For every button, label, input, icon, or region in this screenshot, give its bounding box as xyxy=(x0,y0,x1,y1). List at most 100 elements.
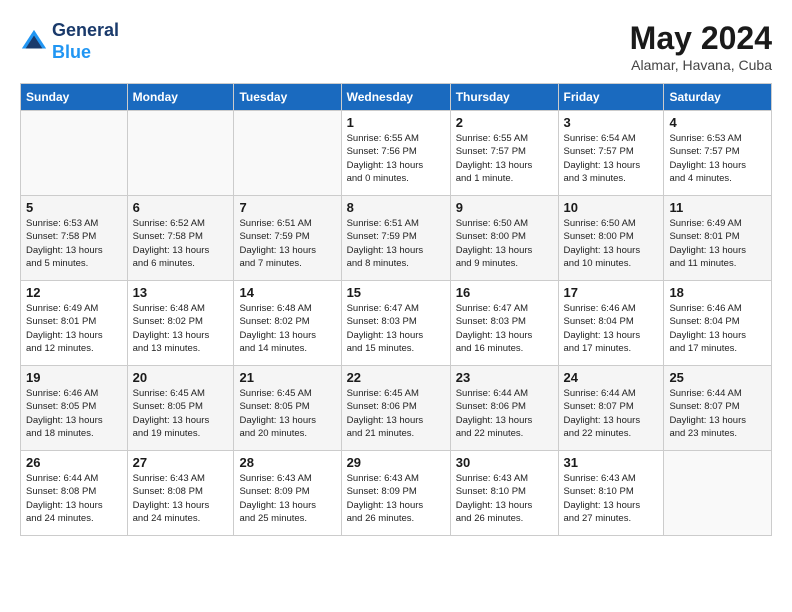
day-info: Sunrise: 6:47 AM Sunset: 8:03 PM Dayligh… xyxy=(347,302,445,355)
day-number: 11 xyxy=(669,200,766,215)
day-info: Sunrise: 6:43 AM Sunset: 8:09 PM Dayligh… xyxy=(347,472,445,525)
day-info: Sunrise: 6:47 AM Sunset: 8:03 PM Dayligh… xyxy=(456,302,553,355)
calendar-cell: 15 Sunrise: 6:47 AM Sunset: 8:03 PM Dayli… xyxy=(341,281,450,366)
day-info: Sunrise: 6:53 AM Sunset: 7:57 PM Dayligh… xyxy=(669,132,766,185)
month-title: May 2024 xyxy=(630,20,772,57)
logo: General Blue xyxy=(20,20,119,63)
calendar-cell: 10 Sunrise: 6:50 AM Sunset: 8:00 PM Dayli… xyxy=(558,196,664,281)
day-info: Sunrise: 6:43 AM Sunset: 8:10 PM Dayligh… xyxy=(456,472,553,525)
day-info: Sunrise: 6:55 AM Sunset: 7:57 PM Dayligh… xyxy=(456,132,553,185)
calendar-cell: 28 Sunrise: 6:43 AM Sunset: 8:09 PM Dayli… xyxy=(234,451,341,536)
calendar-cell xyxy=(21,111,128,196)
calendar-week-row: 5 Sunrise: 6:53 AM Sunset: 7:58 PM Daylig… xyxy=(21,196,772,281)
calendar-cell: 3 Sunrise: 6:54 AM Sunset: 7:57 PM Daylig… xyxy=(558,111,664,196)
calendar-table: SundayMondayTuesdayWednesdayThursdayFrid… xyxy=(20,83,772,536)
day-info: Sunrise: 6:45 AM Sunset: 8:06 PM Dayligh… xyxy=(347,387,445,440)
calendar-week-row: 12 Sunrise: 6:49 AM Sunset: 8:01 PM Dayli… xyxy=(21,281,772,366)
day-number: 20 xyxy=(133,370,229,385)
calendar-cell: 4Sunrise: 6:53 AM Sunset: 7:57 PM Daylig… xyxy=(664,111,772,196)
calendar-cell: 25 Sunrise: 6:44 AM Sunset: 8:07 PM Dayli… xyxy=(664,366,772,451)
day-info: Sunrise: 6:44 AM Sunset: 8:07 PM Dayligh… xyxy=(564,387,659,440)
calendar-cell: 11 Sunrise: 6:49 AM Sunset: 8:01 PM Dayli… xyxy=(664,196,772,281)
day-info: Sunrise: 6:52 AM Sunset: 7:58 PM Dayligh… xyxy=(133,217,229,270)
header-saturday: Saturday xyxy=(664,84,772,111)
calendar-cell: 17 Sunrise: 6:46 AM Sunset: 8:04 PM Dayli… xyxy=(558,281,664,366)
header-thursday: Thursday xyxy=(450,84,558,111)
calendar-cell xyxy=(127,111,234,196)
day-number: 9 xyxy=(456,200,553,215)
calendar-cell: 23 Sunrise: 6:44 AM Sunset: 8:06 PM Dayli… xyxy=(450,366,558,451)
day-number: 8 xyxy=(347,200,445,215)
calendar-cell: 14 Sunrise: 6:48 AM Sunset: 8:02 PM Dayli… xyxy=(234,281,341,366)
day-number: 13 xyxy=(133,285,229,300)
day-number: 14 xyxy=(239,285,335,300)
day-number: 23 xyxy=(456,370,553,385)
header-monday: Monday xyxy=(127,84,234,111)
calendar-cell: 19Sunrise: 6:46 AM Sunset: 8:05 PM Dayli… xyxy=(21,366,128,451)
day-number: 25 xyxy=(669,370,766,385)
day-info: Sunrise: 6:50 AM Sunset: 8:00 PM Dayligh… xyxy=(564,217,659,270)
day-info: Sunrise: 6:45 AM Sunset: 8:05 PM Dayligh… xyxy=(239,387,335,440)
logo-icon xyxy=(20,28,48,56)
day-number: 1 xyxy=(347,115,445,130)
calendar-cell: 6 Sunrise: 6:52 AM Sunset: 7:58 PM Daylig… xyxy=(127,196,234,281)
day-number: 26 xyxy=(26,455,122,470)
day-info: Sunrise: 6:49 AM Sunset: 8:01 PM Dayligh… xyxy=(669,217,766,270)
day-info: Sunrise: 6:43 AM Sunset: 8:09 PM Dayligh… xyxy=(239,472,335,525)
day-info: Sunrise: 6:45 AM Sunset: 8:05 PM Dayligh… xyxy=(133,387,229,440)
logo-text: General Blue xyxy=(52,20,119,63)
calendar-cell: 18 Sunrise: 6:46 AM Sunset: 8:04 PM Dayli… xyxy=(664,281,772,366)
day-info: Sunrise: 6:44 AM Sunset: 8:06 PM Dayligh… xyxy=(456,387,553,440)
page-header: General Blue May 2024 Alamar, Havana, Cu… xyxy=(20,20,772,73)
day-info: Sunrise: 6:46 AM Sunset: 8:04 PM Dayligh… xyxy=(669,302,766,355)
calendar-cell: 21 Sunrise: 6:45 AM Sunset: 8:05 PM Dayli… xyxy=(234,366,341,451)
day-number: 27 xyxy=(133,455,229,470)
day-info: Sunrise: 6:46 AM Sunset: 8:05 PM Dayligh… xyxy=(26,387,122,440)
day-number: 10 xyxy=(564,200,659,215)
day-number: 31 xyxy=(564,455,659,470)
day-number: 12 xyxy=(26,285,122,300)
header-tuesday: Tuesday xyxy=(234,84,341,111)
calendar-cell: 5 Sunrise: 6:53 AM Sunset: 7:58 PM Daylig… xyxy=(21,196,128,281)
day-info: Sunrise: 6:48 AM Sunset: 8:02 PM Dayligh… xyxy=(239,302,335,355)
calendar-cell xyxy=(234,111,341,196)
title-block: May 2024 Alamar, Havana, Cuba xyxy=(630,20,772,73)
calendar-week-row: 1 Sunrise: 6:55 AM Sunset: 7:56 PM Daylig… xyxy=(21,111,772,196)
day-info: Sunrise: 6:48 AM Sunset: 8:02 PM Dayligh… xyxy=(133,302,229,355)
day-number: 2 xyxy=(456,115,553,130)
calendar-cell: 29Sunrise: 6:43 AM Sunset: 8:09 PM Dayli… xyxy=(341,451,450,536)
day-number: 21 xyxy=(239,370,335,385)
header-friday: Friday xyxy=(558,84,664,111)
calendar-cell: 8 Sunrise: 6:51 AM Sunset: 7:59 PM Daylig… xyxy=(341,196,450,281)
calendar-cell xyxy=(664,451,772,536)
calendar-cell: 13 Sunrise: 6:48 AM Sunset: 8:02 PM Dayli… xyxy=(127,281,234,366)
day-info: Sunrise: 6:49 AM Sunset: 8:01 PM Dayligh… xyxy=(26,302,122,355)
calendar-cell: 9 Sunrise: 6:50 AM Sunset: 8:00 PM Daylig… xyxy=(450,196,558,281)
day-number: 3 xyxy=(564,115,659,130)
day-info: Sunrise: 6:51 AM Sunset: 7:59 PM Dayligh… xyxy=(347,217,445,270)
day-number: 28 xyxy=(239,455,335,470)
day-info: Sunrise: 6:46 AM Sunset: 8:04 PM Dayligh… xyxy=(564,302,659,355)
day-info: Sunrise: 6:50 AM Sunset: 8:00 PM Dayligh… xyxy=(456,217,553,270)
day-number: 17 xyxy=(564,285,659,300)
day-number: 24 xyxy=(564,370,659,385)
day-info: Sunrise: 6:44 AM Sunset: 8:07 PM Dayligh… xyxy=(669,387,766,440)
header-wednesday: Wednesday xyxy=(341,84,450,111)
day-number: 18 xyxy=(669,285,766,300)
calendar-cell: 20 Sunrise: 6:45 AM Sunset: 8:05 PM Dayli… xyxy=(127,366,234,451)
header-sunday: Sunday xyxy=(21,84,128,111)
day-number: 15 xyxy=(347,285,445,300)
day-number: 5 xyxy=(26,200,122,215)
calendar-cell: 27Sunrise: 6:43 AM Sunset: 8:08 PM Dayli… xyxy=(127,451,234,536)
calendar-week-row: 19Sunrise: 6:46 AM Sunset: 8:05 PM Dayli… xyxy=(21,366,772,451)
calendar-cell: 22Sunrise: 6:45 AM Sunset: 8:06 PM Dayli… xyxy=(341,366,450,451)
calendar-cell: 16Sunrise: 6:47 AM Sunset: 8:03 PM Dayli… xyxy=(450,281,558,366)
day-number: 30 xyxy=(456,455,553,470)
day-number: 6 xyxy=(133,200,229,215)
day-info: Sunrise: 6:44 AM Sunset: 8:08 PM Dayligh… xyxy=(26,472,122,525)
day-info: Sunrise: 6:54 AM Sunset: 7:57 PM Dayligh… xyxy=(564,132,659,185)
day-info: Sunrise: 6:53 AM Sunset: 7:58 PM Dayligh… xyxy=(26,217,122,270)
calendar-cell: 2 Sunrise: 6:55 AM Sunset: 7:57 PM Daylig… xyxy=(450,111,558,196)
calendar-cell: 7Sunrise: 6:51 AM Sunset: 7:59 PM Daylig… xyxy=(234,196,341,281)
day-info: Sunrise: 6:55 AM Sunset: 7:56 PM Dayligh… xyxy=(347,132,445,185)
